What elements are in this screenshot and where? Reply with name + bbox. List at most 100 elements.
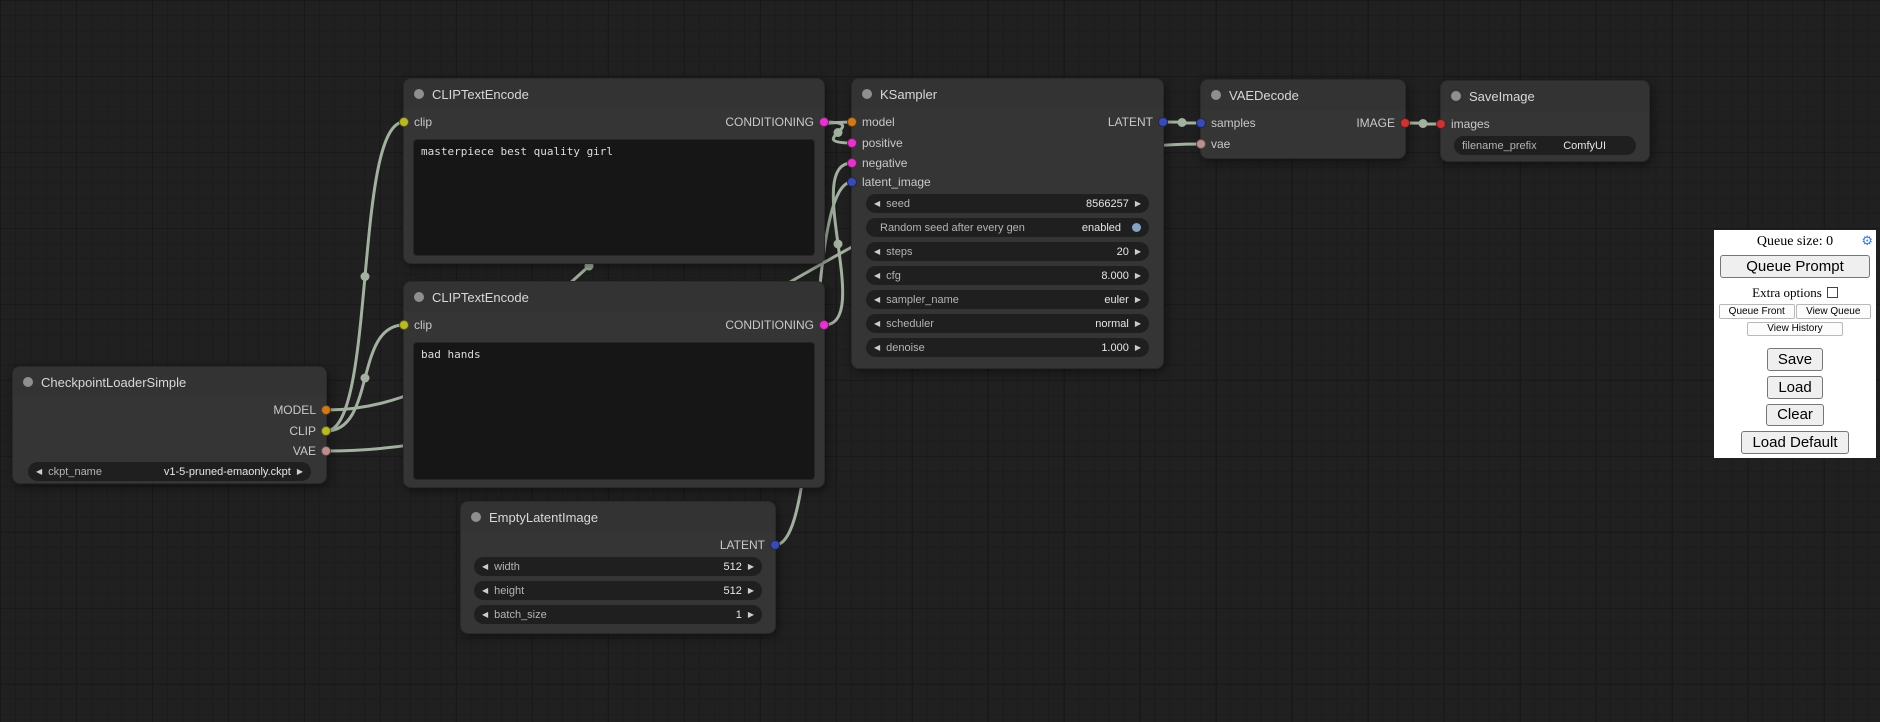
output-slot-conditioning[interactable]: CONDITIONING bbox=[725, 315, 829, 335]
vae-input-dot[interactable] bbox=[1196, 139, 1206, 149]
increment-arrow[interactable]: ▶ bbox=[1135, 200, 1141, 208]
prompt-text-area[interactable]: bad hands bbox=[413, 342, 815, 480]
conditioning-output-dot[interactable] bbox=[819, 117, 829, 127]
decrement-arrow[interactable]: ◀ bbox=[874, 296, 880, 304]
widget-steps[interactable]: ◀ steps 20 ▶ bbox=[866, 242, 1149, 261]
decrement-arrow[interactable]: ◀ bbox=[874, 248, 880, 256]
increment-arrow[interactable]: ▶ bbox=[1135, 248, 1141, 256]
vae-output-dot[interactable] bbox=[321, 446, 331, 456]
decrement-arrow[interactable]: ◀ bbox=[874, 272, 880, 280]
collapse-dot[interactable] bbox=[414, 89, 424, 99]
latent-image-input-dot[interactable] bbox=[847, 177, 857, 187]
extra-options-checkbox[interactable] bbox=[1827, 287, 1838, 298]
collapse-dot[interactable] bbox=[1211, 90, 1221, 100]
widget-value[interactable]: v1-5-pruned-emaonly.ckpt bbox=[164, 466, 291, 478]
widget-value[interactable]: 8566257 bbox=[1086, 198, 1129, 210]
increment-arrow[interactable]: ▶ bbox=[748, 587, 754, 595]
input-slot-clip[interactable]: clip bbox=[399, 315, 432, 335]
node-title-bar[interactable]: KSampler bbox=[852, 79, 1163, 109]
load-default-button[interactable]: Load Default bbox=[1741, 431, 1848, 454]
node-clip-text-encode-negative[interactable]: CLIPTextEncode clip CONDITIONING bad han… bbox=[403, 281, 825, 488]
image-output-dot[interactable] bbox=[1400, 118, 1410, 128]
input-slot-model[interactable]: model bbox=[847, 112, 895, 132]
widget-value[interactable]: euler bbox=[1104, 294, 1128, 306]
node-canvas[interactable]: CheckpointLoaderSimple MODEL CLIP VAE ◀ … bbox=[0, 0, 1880, 722]
widget-width[interactable]: ◀ width 512 ▶ bbox=[474, 557, 762, 576]
toggle-knob[interactable] bbox=[1132, 223, 1141, 232]
widget-scheduler[interactable]: ◀ scheduler normal ▶ bbox=[866, 314, 1149, 333]
node-title-bar[interactable]: CheckpointLoaderSimple bbox=[13, 367, 326, 397]
load-button[interactable]: Load bbox=[1767, 376, 1822, 399]
decrement-arrow[interactable]: ◀ bbox=[36, 468, 42, 476]
latent-output-dot[interactable] bbox=[770, 540, 780, 550]
widget-height[interactable]: ◀ height 512 ▶ bbox=[474, 581, 762, 600]
node-ksampler[interactable]: KSampler model positive negative latent_… bbox=[851, 78, 1164, 369]
widget-sampler-name[interactable]: ◀ sampler_name euler ▶ bbox=[866, 290, 1149, 309]
prompt-text-area[interactable]: masterpiece best quality girl bbox=[413, 139, 815, 256]
widget-value[interactable]: 8.000 bbox=[1101, 270, 1129, 282]
decrement-arrow[interactable]: ◀ bbox=[482, 587, 488, 595]
widget-ckpt-name[interactable]: ◀ ckpt_name v1-5-pruned-emaonly.ckpt ▶ bbox=[28, 462, 311, 481]
widget-value[interactable]: 20 bbox=[1117, 246, 1129, 258]
collapse-dot[interactable] bbox=[23, 377, 33, 387]
node-empty-latent-image[interactable]: EmptyLatentImage LATENT ◀ width 512 ▶ ◀ … bbox=[460, 501, 776, 634]
widget-seed[interactable]: ◀ seed 8566257 ▶ bbox=[866, 194, 1149, 213]
increment-arrow[interactable]: ▶ bbox=[1135, 272, 1141, 280]
input-slot-samples[interactable]: samples bbox=[1196, 113, 1256, 133]
widget-value[interactable]: enabled bbox=[1082, 222, 1121, 234]
widget-random-seed-toggle[interactable]: Random seed after every gen enabled bbox=[866, 218, 1149, 237]
input-slot-positive[interactable]: positive bbox=[847, 133, 903, 153]
widget-batch-size[interactable]: ◀ batch_size 1 ▶ bbox=[474, 605, 762, 624]
increment-arrow[interactable]: ▶ bbox=[1135, 344, 1141, 352]
queue-front-button[interactable]: Queue Front bbox=[1719, 304, 1795, 319]
node-vae-decode[interactable]: VAEDecode samples vae IMAGE bbox=[1200, 79, 1406, 159]
widget-value[interactable]: 1 bbox=[736, 609, 742, 621]
output-slot-image[interactable]: IMAGE bbox=[1356, 113, 1410, 133]
increment-arrow[interactable]: ▶ bbox=[1135, 320, 1141, 328]
input-slot-vae[interactable]: vae bbox=[1196, 134, 1230, 154]
clip-output-dot[interactable] bbox=[321, 426, 331, 436]
node-title-bar[interactable]: SaveImage bbox=[1441, 81, 1649, 111]
increment-arrow[interactable]: ▶ bbox=[1135, 296, 1141, 304]
widget-value[interactable]: 1.000 bbox=[1101, 342, 1129, 354]
save-button[interactable]: Save bbox=[1767, 348, 1823, 371]
output-slot-clip[interactable]: CLIP bbox=[289, 421, 331, 441]
node-checkpoint-loader[interactable]: CheckpointLoaderSimple MODEL CLIP VAE ◀ … bbox=[12, 366, 327, 484]
input-slot-images[interactable]: images bbox=[1436, 114, 1490, 134]
node-title-bar[interactable]: CLIPTextEncode bbox=[404, 79, 824, 109]
latent-output-dot[interactable] bbox=[1158, 117, 1168, 127]
increment-arrow[interactable]: ▶ bbox=[748, 563, 754, 571]
decrement-arrow[interactable]: ◀ bbox=[874, 320, 880, 328]
node-save-image[interactable]: SaveImage images filename_prefix ComfyUI bbox=[1440, 80, 1650, 162]
clear-button[interactable]: Clear bbox=[1766, 404, 1824, 427]
output-slot-vae[interactable]: VAE bbox=[293, 441, 331, 461]
decrement-arrow[interactable]: ◀ bbox=[874, 200, 880, 208]
decrement-arrow[interactable]: ◀ bbox=[482, 611, 488, 619]
model-output-dot[interactable] bbox=[321, 405, 331, 415]
input-slot-latent-image[interactable]: latent_image bbox=[847, 172, 931, 192]
increment-arrow[interactable]: ▶ bbox=[748, 611, 754, 619]
widget-value[interactable]: ComfyUI bbox=[1563, 140, 1606, 152]
input-slot-negative[interactable]: negative bbox=[847, 153, 907, 173]
output-slot-latent[interactable]: LATENT bbox=[720, 535, 780, 555]
widget-denoise[interactable]: ◀ denoise 1.000 ▶ bbox=[866, 338, 1149, 357]
collapse-dot[interactable] bbox=[414, 292, 424, 302]
positive-input-dot[interactable] bbox=[847, 138, 857, 148]
output-slot-latent[interactable]: LATENT bbox=[1108, 112, 1168, 132]
widget-value[interactable]: 512 bbox=[723, 561, 741, 573]
decrement-arrow[interactable]: ◀ bbox=[874, 344, 880, 352]
samples-input-dot[interactable] bbox=[1196, 118, 1206, 128]
view-history-button[interactable]: View History bbox=[1747, 322, 1843, 336]
collapse-dot[interactable] bbox=[471, 512, 481, 522]
model-input-dot[interactable] bbox=[847, 117, 857, 127]
conditioning-output-dot[interactable] bbox=[819, 320, 829, 330]
queue-prompt-button[interactable]: Queue Prompt bbox=[1720, 255, 1870, 278]
widget-value[interactable]: 512 bbox=[723, 585, 741, 597]
images-input-dot[interactable] bbox=[1436, 119, 1446, 129]
decrement-arrow[interactable]: ◀ bbox=[482, 563, 488, 571]
clip-input-dot[interactable] bbox=[399, 320, 409, 330]
clip-input-dot[interactable] bbox=[399, 117, 409, 127]
widget-value[interactable]: normal bbox=[1095, 318, 1129, 330]
node-title-bar[interactable]: VAEDecode bbox=[1201, 80, 1405, 110]
input-slot-clip[interactable]: clip bbox=[399, 112, 432, 132]
